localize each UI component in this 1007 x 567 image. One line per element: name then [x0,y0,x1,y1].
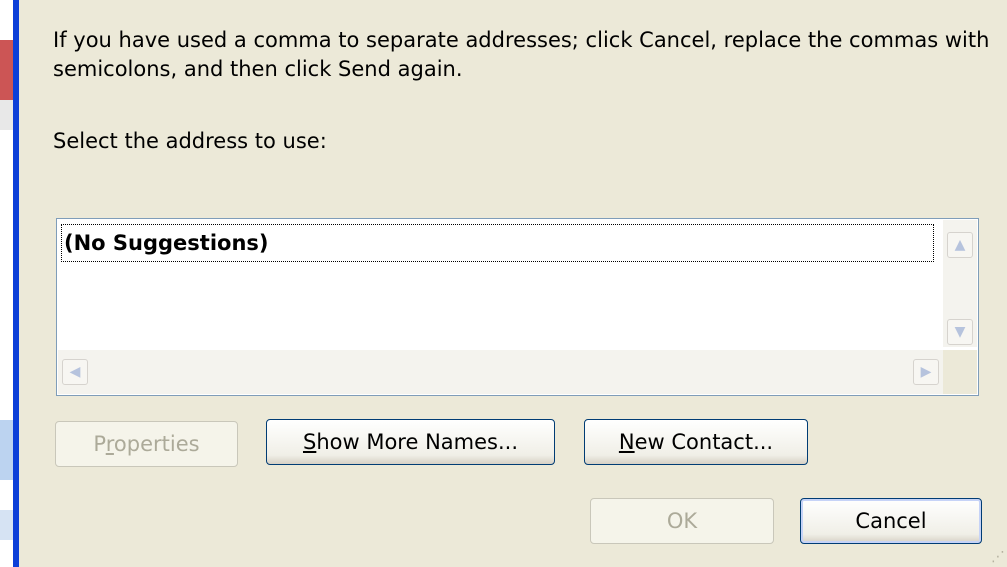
horizontal-scrollbar[interactable]: ◀ ▶ [58,350,943,394]
ok-button[interactable]: OK [590,498,774,544]
select-address-label: Select the address to use: [53,129,327,153]
address-list[interactable]: (No Suggestions) ▲ ▼ ◀ ▶ [56,218,979,396]
new-contact-button-label: New Contact... [618,430,774,454]
instruction-text: If you have used a comma to separate add… [53,28,990,81]
show-more-names-button[interactable]: Show More Names... [266,419,555,465]
new-contact-button[interactable]: New Contact... [584,419,808,465]
scroll-left-icon[interactable]: ◀ [62,359,88,385]
properties-button[interactable]: Properties [55,421,238,467]
cancel-button[interactable]: Cancel [800,498,982,544]
resize-grip-icon[interactable]: ⋰ [991,549,1005,565]
scroll-right-icon[interactable]: ▶ [913,359,939,385]
background-fragment [0,100,13,130]
background-fragment [0,510,13,540]
show-more-names-button-label: Show More Names... [302,430,518,454]
background-window-strip [0,0,13,567]
check-names-dialog: If you have used a comma to separate add… [19,0,1007,567]
ok-button-label: OK [666,509,698,533]
properties-button-label: Properties [93,432,200,456]
scroll-up-icon[interactable]: ▲ [947,232,973,258]
vertical-scrollbar[interactable]: ▲ ▼ [943,220,977,347]
scroll-down-icon[interactable]: ▼ [947,319,973,345]
background-fragment [0,40,13,100]
cancel-button-label: Cancel [855,509,927,533]
scrollbar-corner [943,350,977,394]
background-fragment [0,420,13,480]
list-item[interactable]: (No Suggestions) [61,224,934,262]
